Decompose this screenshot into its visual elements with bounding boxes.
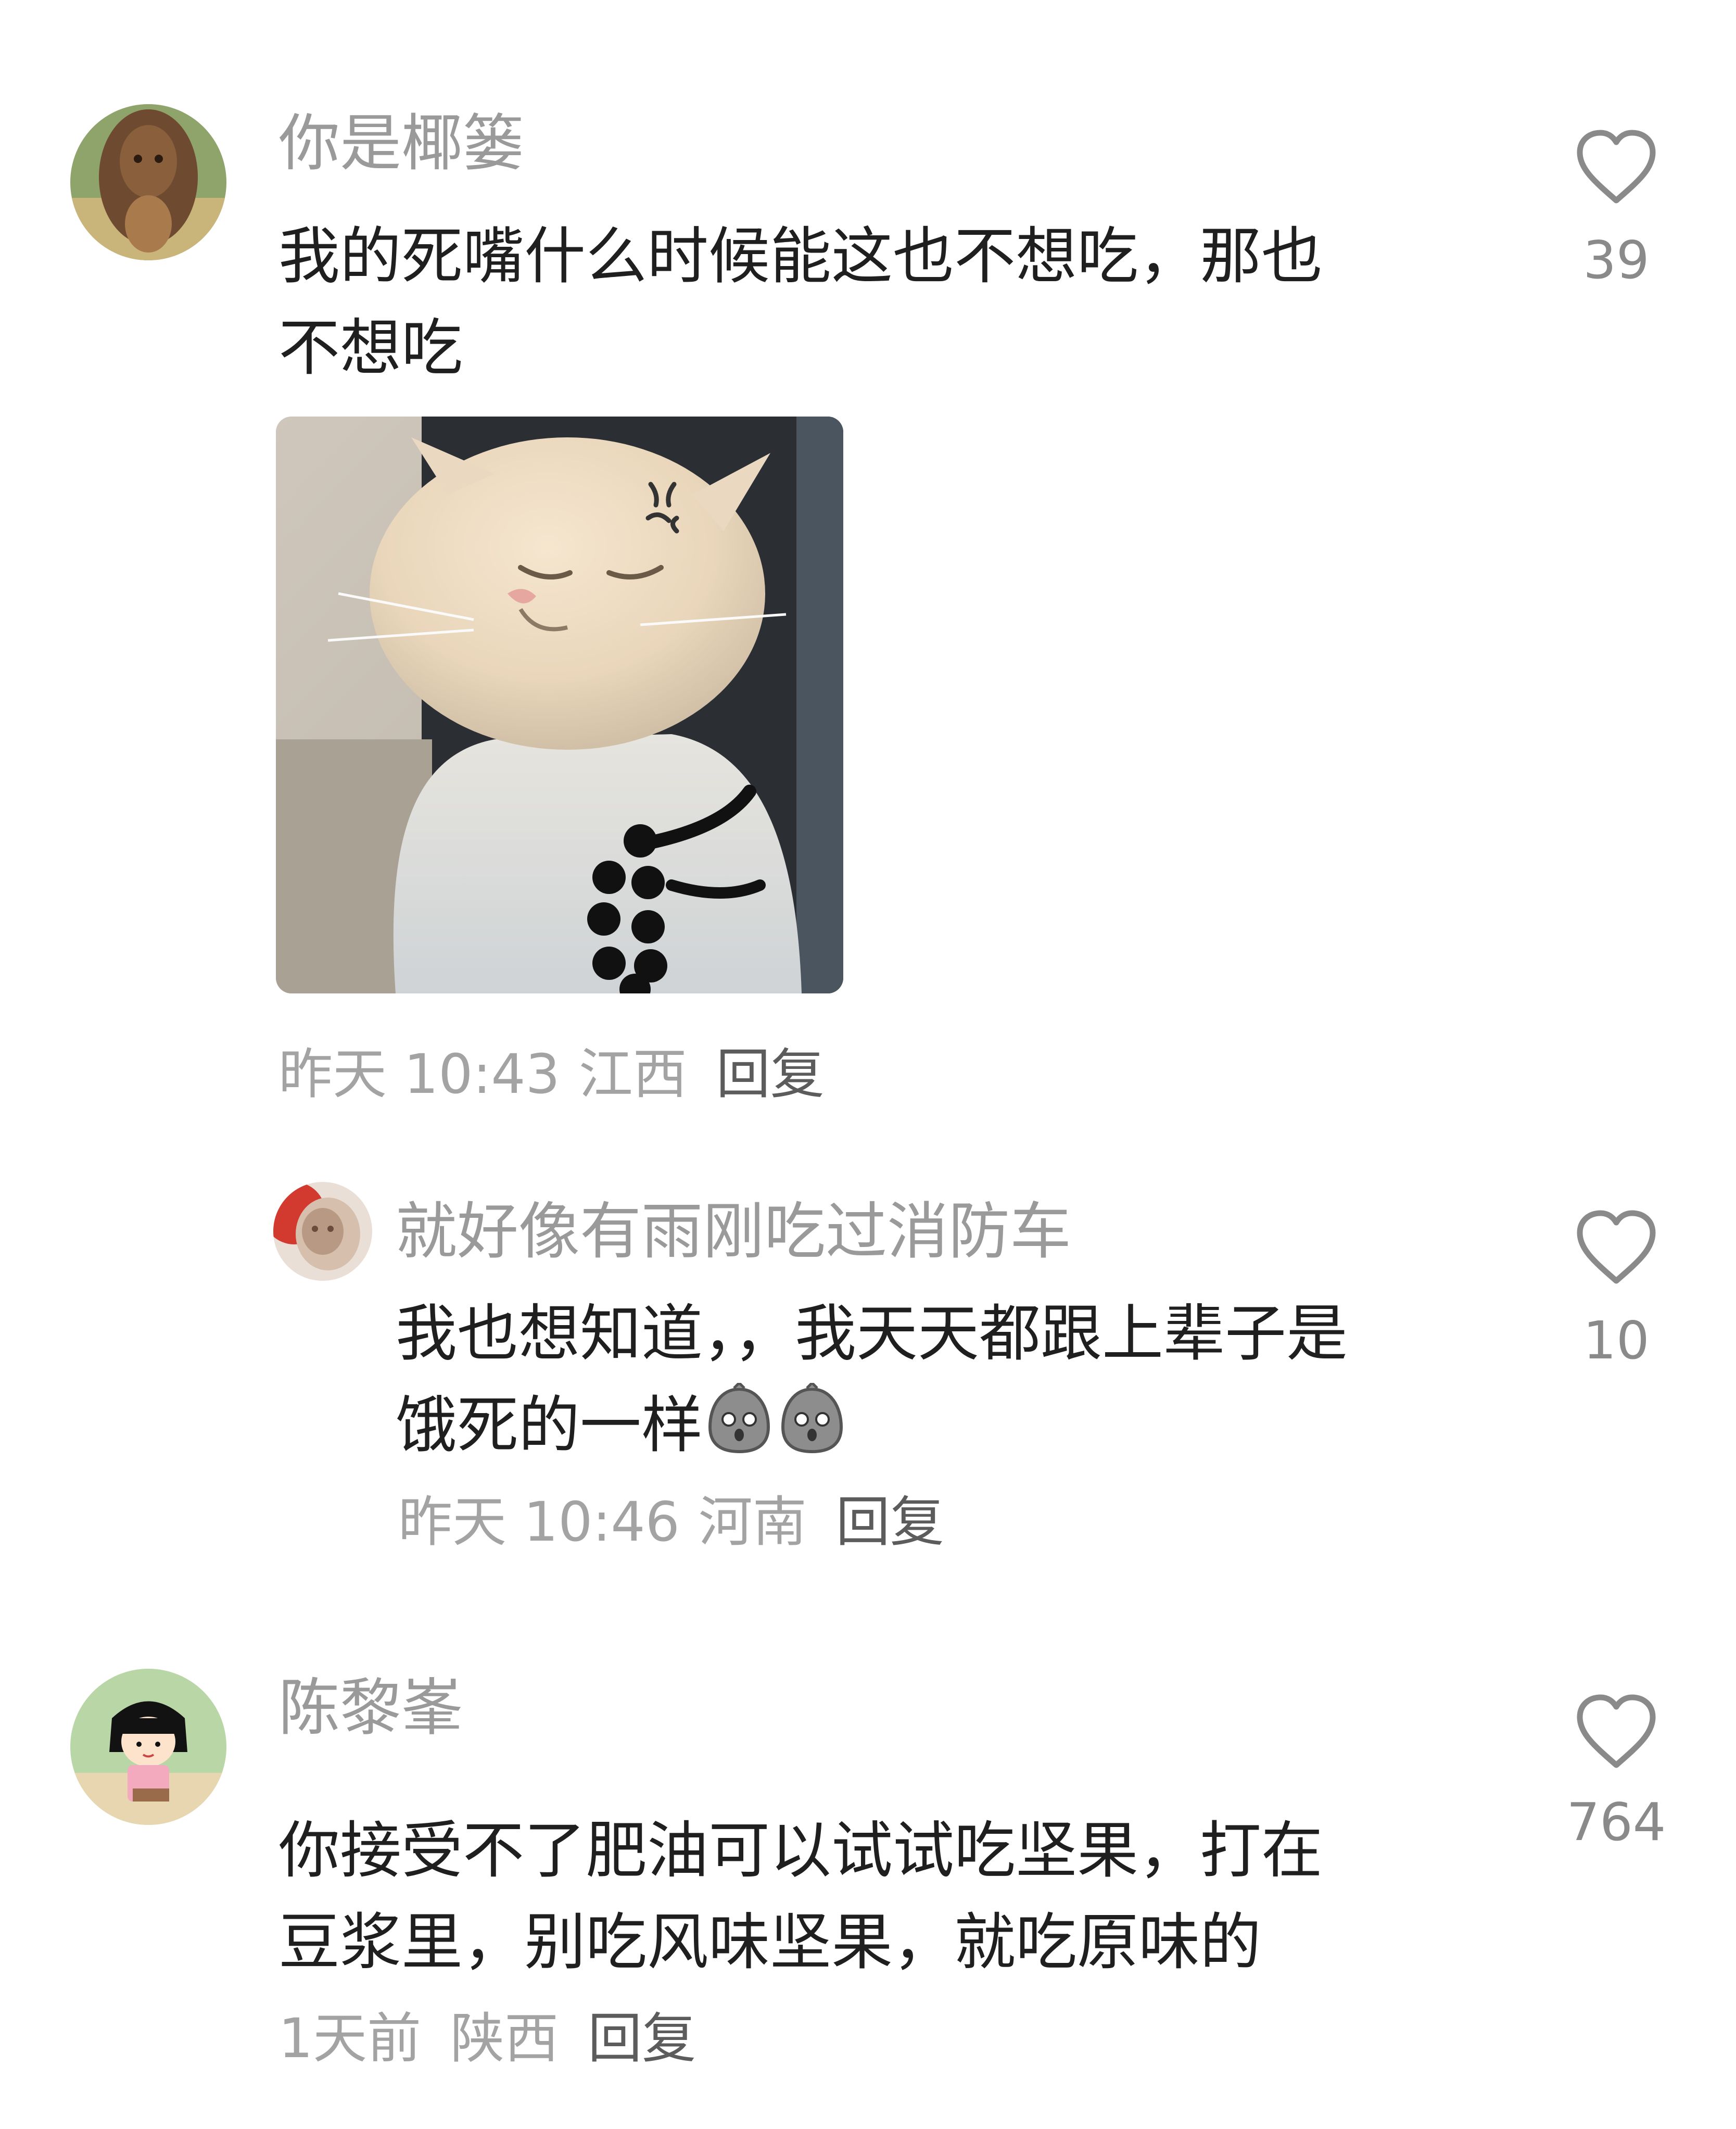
reply-comment-item: 就好像有雨刚吃过消防车 我也想知道，，我天天都跟上辈子是 饿死的一样 昨天 10… xyxy=(0,1119,1736,1562)
comment-meta: 昨天 10:43 江西 回复 xyxy=(278,1040,825,1108)
comment-text-segment: 饿死的一样 xyxy=(396,1389,703,1461)
cat-sticker-image xyxy=(276,417,843,993)
username[interactable]: 你是椰篓 xyxy=(278,107,524,180)
comment-text-line: 我的死嘴什么时候能这也不想吃，那也 xyxy=(278,220,1323,292)
like-button[interactable] xyxy=(1575,1692,1658,1770)
heart-icon xyxy=(1577,1694,1656,1768)
comment-text-line: 你接受不了肥油可以试试吃坚果，打在 xyxy=(278,1815,1323,1886)
reply-button[interactable]: 回复 xyxy=(836,1488,944,1556)
comment-location: 河南 xyxy=(698,1490,807,1554)
shocked-face-emoji-icon xyxy=(776,1383,848,1456)
comment-item: 你是椰篓 我的死嘴什么时候能这也不想吃，那也 不想吃 昨天 10:43 江西 回… xyxy=(0,0,1736,1119)
comment-location: 江西 xyxy=(578,1042,687,1106)
comment-image[interactable] xyxy=(276,417,843,993)
comment-location: 陕西 xyxy=(450,2007,559,2070)
username[interactable]: 就好像有雨刚吃过消防车 xyxy=(396,1195,1071,1268)
lion-avatar-icon xyxy=(70,104,226,260)
comment-text-line: 不想吃 xyxy=(278,312,463,384)
comment-text: 我的死嘴什么时候能这也不想吃，那也 不想吃 xyxy=(278,210,1476,394)
like-count: 10 xyxy=(1583,1310,1650,1371)
comment-meta: 1天前 陕西 回复 xyxy=(278,2005,696,2072)
username[interactable]: 陈黎峯 xyxy=(278,1671,463,1744)
shocked-face-emoji-icon xyxy=(703,1383,776,1456)
comment-text: 我也想知道，，我天天都跟上辈子是 饿死的一样 xyxy=(396,1288,1541,1471)
heart-icon xyxy=(1577,130,1656,204)
avatar[interactable] xyxy=(70,104,226,260)
comment-time: 昨天 10:46 xyxy=(398,1490,680,1554)
comment-time: 昨天 10:43 xyxy=(278,1042,560,1106)
comment-text: 你接受不了肥油可以试试吃坚果，打在 豆浆里，别吃风味坚果，就吃原味的 xyxy=(278,1805,1476,1988)
cartoon-girl-avatar-icon xyxy=(70,1669,226,1825)
like-count: 39 xyxy=(1583,230,1650,291)
reply-button[interactable]: 回复 xyxy=(588,2005,696,2072)
like-count: 764 xyxy=(1566,1792,1666,1853)
heart-icon xyxy=(1577,1210,1656,1284)
reply-button[interactable]: 回复 xyxy=(716,1040,825,1108)
avatar[interactable] xyxy=(273,1182,372,1281)
comment-time: 1天前 xyxy=(278,2007,422,2070)
like-button[interactable] xyxy=(1575,1208,1658,1286)
comment-text-line: 我也想知道，，我天天都跟上辈子是 xyxy=(396,1297,1348,1369)
comment-item: 陈黎峯 你接受不了肥油可以试试吃坚果，打在 豆浆里，别吃风味坚果，就吃原味的 1… xyxy=(0,1640,1736,2129)
comment-text-line: 豆浆里，别吃风味坚果，就吃原味的 xyxy=(278,1906,1262,1978)
like-button[interactable] xyxy=(1575,128,1658,206)
cat-avatar-icon xyxy=(273,1182,372,1281)
avatar[interactable] xyxy=(70,1669,226,1825)
comment-meta: 昨天 10:46 河南 回复 xyxy=(398,1488,944,1556)
comment-text-line-with-emoji: 饿死的一样 xyxy=(396,1379,1541,1471)
